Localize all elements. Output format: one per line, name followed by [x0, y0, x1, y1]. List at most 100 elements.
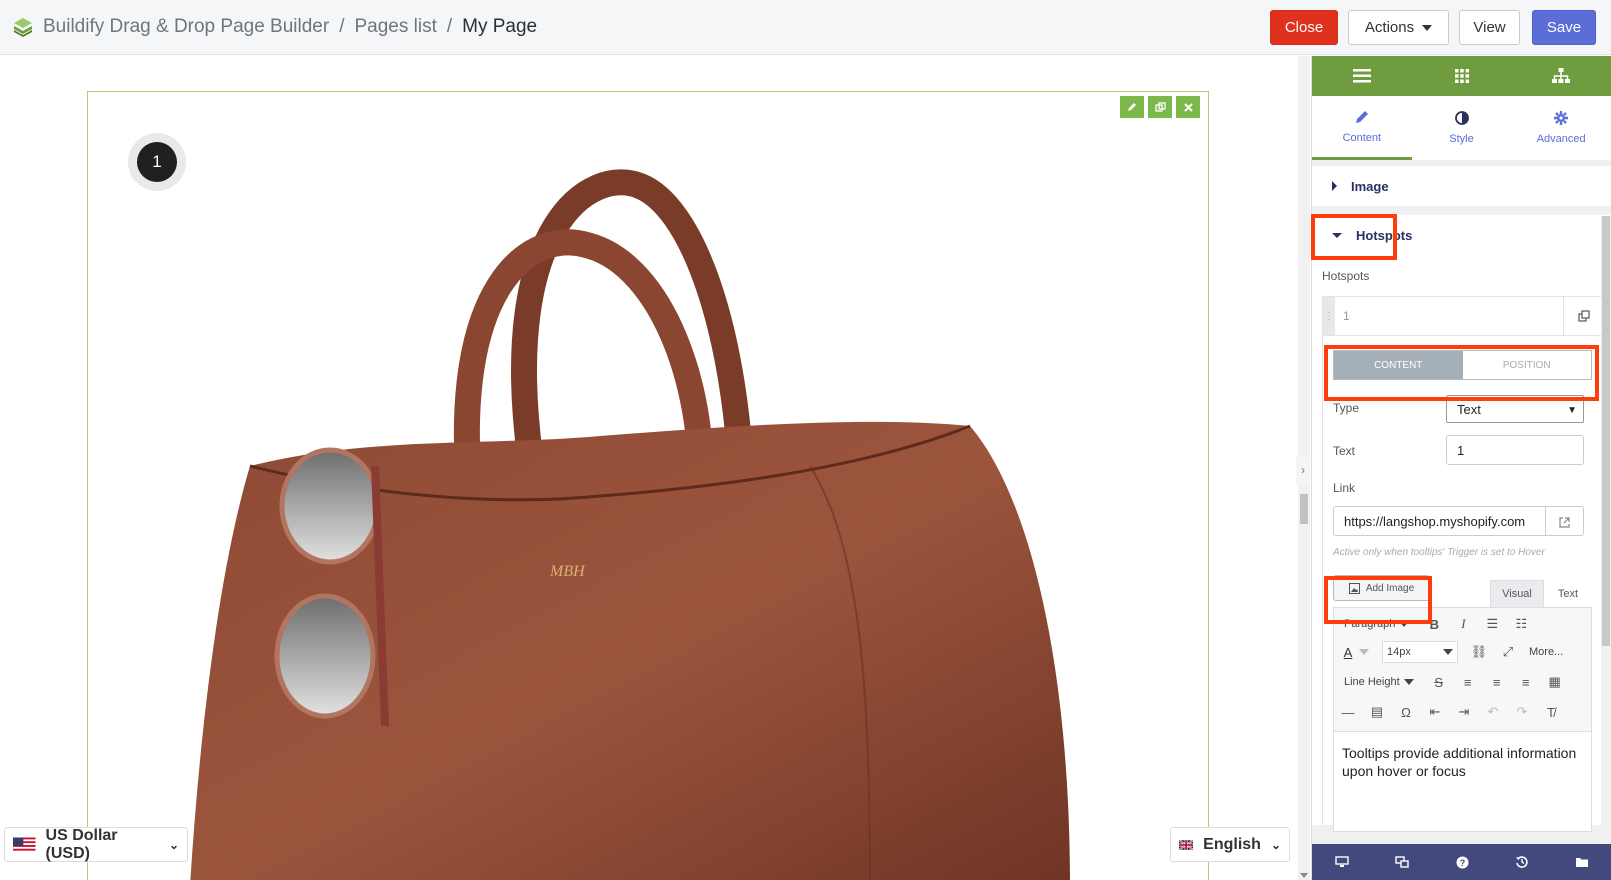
paragraph-select[interactable]: Paragraph	[1340, 613, 1413, 635]
add-image-button[interactable]: Add Image	[1333, 575, 1430, 601]
bullet-list-icon[interactable]: ☰	[1484, 616, 1500, 632]
breadcrumb-pages-list[interactable]: Pages list	[354, 16, 436, 38]
collapse-panel-chevron-icon[interactable]: ›	[1296, 455, 1310, 485]
close-button[interactable]: Close	[1270, 10, 1338, 45]
font-size-select[interactable]: 14px	[1382, 641, 1458, 663]
breadcrumb-separator: /	[446, 16, 453, 37]
panel-scrollbar[interactable]	[1601, 216, 1611, 846]
widgets-grid-icon[interactable]	[1412, 56, 1512, 96]
editor-tab-visual[interactable]: Visual	[1490, 580, 1544, 607]
save-button[interactable]: Save	[1532, 10, 1596, 45]
page-canvas: 1 MBH	[0, 56, 1298, 880]
toolbar-row-2: A 14px ⛓ ⤢ More...	[1340, 640, 1563, 664]
duplicate-icon[interactable]	[1148, 96, 1172, 118]
italic-icon[interactable]: I	[1455, 616, 1471, 632]
caret-down-icon	[1332, 232, 1342, 238]
hamburger-menu-icon[interactable]	[1312, 56, 1412, 96]
line-height-select[interactable]: Line Height	[1340, 671, 1418, 693]
strikethrough-icon[interactable]: S	[1431, 674, 1447, 690]
remove-x-icon[interactable]	[1176, 96, 1200, 118]
tab-style[interactable]: Style	[1412, 96, 1512, 160]
breadcrumb-current-page: My Page	[462, 16, 538, 37]
desktop-preview-icon[interactable]	[1312, 844, 1372, 880]
fullscreen-icon[interactable]: ⤢	[1500, 644, 1516, 660]
special-character-omega-icon[interactable]: Ω	[1398, 704, 1414, 720]
bag-monogram: MBH	[549, 563, 586, 580]
scroll-down-arrow-icon[interactable]	[1300, 873, 1308, 878]
help-question-icon[interactable]: ?	[1432, 844, 1492, 880]
repeater-item[interactable]: ⋮ 1	[1322, 296, 1604, 336]
drag-handle-icon[interactable]: ⋮	[1323, 297, 1335, 335]
section-image-label: Image	[1351, 178, 1389, 194]
redo-icon[interactable]: ↷	[1514, 704, 1530, 720]
navigator-sitemap-icon[interactable]	[1511, 56, 1611, 96]
indent-icon[interactable]: ⇥	[1456, 704, 1472, 720]
tab-style-label: Style	[1449, 133, 1474, 145]
link-hint: Active only when tooltips' Trigger is se…	[1333, 547, 1545, 558]
segment-position[interactable]: POSITION	[1463, 351, 1592, 379]
duplicate-item-icon[interactable]	[1563, 297, 1603, 335]
breadcrumb-separator: /	[339, 16, 345, 37]
editor-tab-text[interactable]: Text	[1544, 580, 1592, 607]
canvas-scrollbar-thumb[interactable]	[1300, 494, 1308, 524]
section-image-toggle[interactable]: Image	[1312, 166, 1611, 206]
segment-content[interactable]: CONTENT	[1334, 351, 1463, 379]
outdent-icon[interactable]: ⇤	[1427, 704, 1443, 720]
text-input[interactable]: 1	[1446, 435, 1584, 465]
tab-content[interactable]: Content	[1312, 96, 1412, 160]
repeater-item-title: 1	[1343, 309, 1350, 323]
language-switcher[interactable]: English ⌄	[1170, 827, 1290, 862]
section-hotspots-label: Hotspots	[1356, 227, 1413, 243]
toolbar-row-3: Line Height S ≡ ≡ ≡ ▦	[1340, 670, 1563, 694]
caret-right-icon	[1332, 181, 1337, 191]
actions-dropdown-button[interactable]: Actions	[1348, 10, 1449, 45]
us-flag-icon	[13, 836, 36, 853]
currency-switcher[interactable]: US Dollar (USD) ⌄	[4, 827, 188, 862]
folder-icon[interactable]	[1552, 844, 1611, 880]
link-chain-icon[interactable]: ⛓	[1471, 644, 1488, 660]
type-select[interactable]: Text ▼	[1446, 395, 1584, 423]
breadcrumb-root[interactable]: Buildify Drag & Drop Page Builder	[43, 16, 329, 38]
tab-advanced[interactable]: Advanced	[1511, 96, 1611, 160]
panel-top-bar	[1312, 56, 1611, 96]
panel-scrollbar-thumb[interactable]	[1602, 216, 1610, 646]
align-right-icon[interactable]: ≡	[1518, 674, 1534, 690]
align-center-icon[interactable]: ≡	[1489, 674, 1505, 690]
type-select-value: Text	[1457, 401, 1481, 417]
chevron-down-icon: ⌄	[1270, 837, 1281, 852]
line-height-value: Line Height	[1344, 676, 1400, 688]
view-button[interactable]: View	[1459, 10, 1520, 45]
breadcrumb: Buildify Drag & Drop Page Builder / Page…	[43, 16, 537, 38]
toolbar-row-4: — ▤ Ω ⇤ ⇥ ↶ ↷ T̸	[1340, 700, 1559, 724]
history-icon[interactable]	[1492, 844, 1552, 880]
handbag-image[interactable]: MBH	[170, 166, 1170, 880]
panel-footer: ?	[1312, 844, 1611, 880]
external-link-icon[interactable]	[1545, 507, 1583, 535]
edit-pencil-icon[interactable]	[1120, 96, 1144, 118]
text-color-icon[interactable]: A	[1340, 644, 1356, 660]
contrast-icon	[1454, 111, 1469, 125]
paste-icon[interactable]: ▤	[1369, 704, 1385, 720]
gear-icon	[1554, 111, 1569, 125]
editor-content-area[interactable]: Tooltips provide additional information …	[1333, 732, 1592, 832]
bold-icon[interactable]: B	[1426, 616, 1442, 632]
responsive-mode-icon[interactable]	[1372, 844, 1432, 880]
buildify-logo-icon	[14, 18, 32, 37]
text-label: Text	[1333, 444, 1356, 458]
more-button[interactable]: More...	[1529, 646, 1563, 658]
numbered-list-icon[interactable]: ☷	[1513, 616, 1529, 632]
actions-label: Actions	[1364, 19, 1415, 36]
panel-tabs: Content Style Advanced	[1312, 96, 1611, 160]
clear-formatting-icon[interactable]: T̸	[1543, 704, 1559, 720]
link-input-value: https://langshop.myshopify.com	[1344, 513, 1526, 529]
align-left-icon[interactable]: ≡	[1460, 674, 1476, 690]
undo-icon[interactable]: ↶	[1485, 704, 1501, 720]
section-hotspots-toggle[interactable]: Hotspots	[1312, 215, 1611, 255]
table-icon[interactable]: ▦	[1547, 674, 1563, 690]
caret-down-icon	[1403, 679, 1414, 685]
editor-toolbar: Paragraph B I ☰ ☷ A 14px ⛓ ⤢ More... Lin…	[1333, 607, 1592, 732]
toolbar-row-1: Paragraph B I ☰ ☷	[1340, 612, 1529, 636]
language-label: English	[1203, 835, 1261, 853]
link-input[interactable]: https://langshop.myshopify.com	[1333, 506, 1584, 536]
horizontal-rule-icon[interactable]: —	[1340, 704, 1356, 720]
